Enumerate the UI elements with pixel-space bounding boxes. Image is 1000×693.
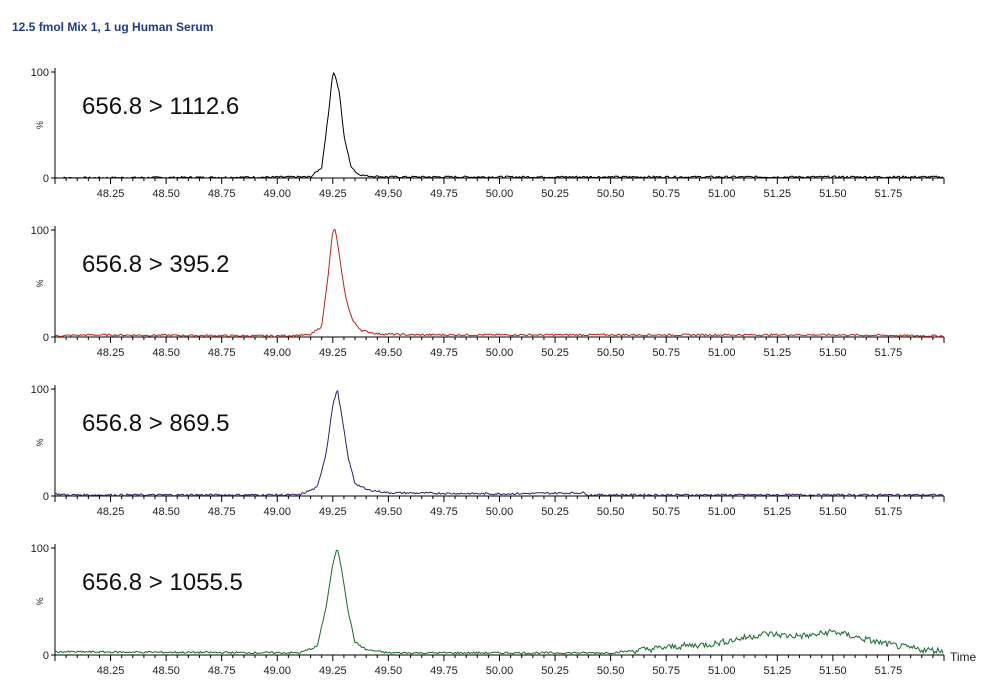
x-tick-label: 50.75 xyxy=(652,665,680,677)
x-tick-label: 48.50 xyxy=(152,665,180,677)
x-tick-label: 49.50 xyxy=(375,347,403,359)
x-tick-label: 51.00 xyxy=(708,665,736,677)
x-tick-label: 50.50 xyxy=(597,506,625,518)
x-tick-label: 49.00 xyxy=(263,188,291,200)
x-tick-label: 50.25 xyxy=(541,506,569,518)
x-tick-label: 48.50 xyxy=(152,347,180,359)
x-tick-label: 51.75 xyxy=(875,665,903,677)
x-tick-label: 50.50 xyxy=(597,188,625,200)
x-tick-label: 49.50 xyxy=(375,188,403,200)
x-tick-label: 51.50 xyxy=(819,506,847,518)
x-tick-label: 51.25 xyxy=(764,665,792,677)
x-tick-label: 49.75 xyxy=(430,506,458,518)
x-tick-label: 49.00 xyxy=(263,347,291,359)
x-tick-label: 51.50 xyxy=(819,347,847,359)
x-tick-label: 48.25 xyxy=(97,506,125,518)
x-tick-label: 51.75 xyxy=(875,506,903,518)
trace-line xyxy=(54,549,944,655)
x-tick-label: 50.75 xyxy=(652,506,680,518)
x-tick-label: 48.25 xyxy=(97,347,125,359)
y-tick-label: 0 xyxy=(43,173,49,185)
y-axis-label: % xyxy=(35,597,45,605)
trace-line xyxy=(54,389,944,497)
trace-label: 656.8 > 1055.5 xyxy=(82,569,243,596)
x-tick-label: 48.75 xyxy=(208,665,236,677)
x-tick-label: 49.75 xyxy=(430,347,458,359)
x-tick-label: 51.25 xyxy=(764,347,792,359)
x-tick-label: 51.75 xyxy=(875,347,903,359)
x-tick-label: 50.75 xyxy=(652,347,680,359)
trace-line xyxy=(54,71,944,179)
y-axis-label: % xyxy=(35,121,45,129)
x-tick-label: 48.75 xyxy=(208,506,236,518)
trace-line xyxy=(54,228,944,338)
y-axis-label: % xyxy=(35,438,45,446)
x-tick-label: 51.50 xyxy=(819,188,847,200)
y-tick-label: 100 xyxy=(31,225,49,237)
x-tick-label: 49.25 xyxy=(319,347,347,359)
x-tick-label: 51.00 xyxy=(708,506,736,518)
x-tick-label: 50.25 xyxy=(541,347,569,359)
x-tick-label: 50.50 xyxy=(597,347,625,359)
y-tick-label: 100 xyxy=(31,67,49,79)
x-tick-label: 49.75 xyxy=(430,665,458,677)
x-tick-label: 51.25 xyxy=(764,188,792,200)
x-tick-label: 50.75 xyxy=(652,188,680,200)
y-tick-label: 0 xyxy=(43,332,49,344)
x-tick-label: 50.25 xyxy=(541,188,569,200)
x-tick-label: 51.00 xyxy=(708,347,736,359)
trace-label: 656.8 > 1112.6 xyxy=(82,93,239,120)
x-tick-label: 50.00 xyxy=(486,506,514,518)
y-tick-label: 0 xyxy=(43,650,49,662)
x-tick-label: 48.50 xyxy=(152,506,180,518)
trace-panel: 100 0% 48.25 48.50 48.75 49.00 49.25 49.50 49.75… xyxy=(31,67,945,200)
x-tick-label: 50.25 xyxy=(541,665,569,677)
x-tick-label: 48.75 xyxy=(208,188,236,200)
x-tick-label: 51.25 xyxy=(764,506,792,518)
x-tick-label: 48.25 xyxy=(97,665,125,677)
x-tick-label: 49.50 xyxy=(375,665,403,677)
x-tick-label: 50.00 xyxy=(486,347,514,359)
x-tick-label: 48.50 xyxy=(152,188,180,200)
trace-panel: 100 0% 48.25 48.50 48.75 49.00 49.25 49.50 49.75… xyxy=(31,384,945,518)
trace-panel: 100 0% 48.25 48.50 48.75 49.00 49.25 49.50 49.75… xyxy=(31,543,945,677)
x-tick-label: 49.50 xyxy=(375,506,403,518)
x-tick-label: 49.75 xyxy=(430,188,458,200)
x-tick-label: 51.75 xyxy=(875,188,903,200)
x-tick-label: 48.25 xyxy=(97,188,125,200)
trace-label: 656.8 > 869.5 xyxy=(82,410,229,437)
x-tick-label: 50.50 xyxy=(597,665,625,677)
x-tick-label: 50.00 xyxy=(486,665,514,677)
x-tick-label: 48.75 xyxy=(208,347,236,359)
y-tick-label: 100 xyxy=(31,543,49,555)
x-tick-label: 51.00 xyxy=(708,188,736,200)
y-tick-label: 100 xyxy=(31,384,49,396)
x-axis-title: Time xyxy=(950,650,977,664)
trace-panel: 100 0% 48.25 48.50 48.75 49.00 49.25 49.50 49.75… xyxy=(31,225,945,359)
x-tick-label: 49.25 xyxy=(319,665,347,677)
y-tick-label: 0 xyxy=(43,491,49,503)
chromatogram-chart: 100 0% 48.25 48.50 48.75 49.00 49.25 49.50 49.75… xyxy=(31,67,977,677)
x-tick-label: 49.00 xyxy=(263,506,291,518)
trace-label: 656.8 > 395.2 xyxy=(82,251,229,278)
x-tick-label: 49.00 xyxy=(263,665,291,677)
y-axis-label: % xyxy=(35,279,45,287)
x-tick-label: 51.50 xyxy=(819,665,847,677)
x-tick-label: 49.25 xyxy=(319,188,347,200)
x-tick-label: 49.25 xyxy=(319,506,347,518)
x-tick-label: 50.00 xyxy=(486,188,514,200)
